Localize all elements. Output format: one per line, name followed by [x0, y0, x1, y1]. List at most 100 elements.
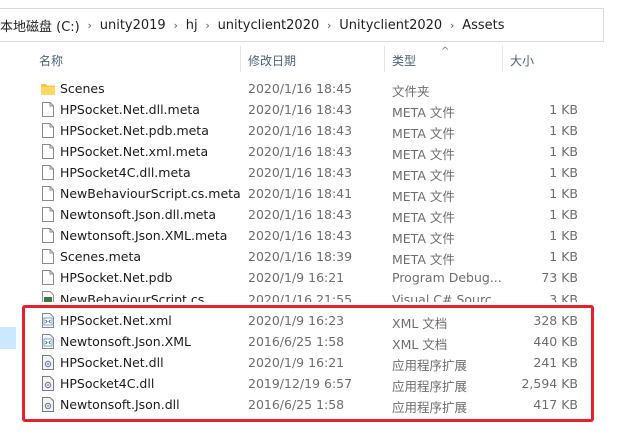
list-item[interactable]: HPSocket.Net.pdb 2020/1/9 16:21 Program …: [30, 267, 604, 288]
file-date: 2020/1/16 18:39: [248, 249, 353, 264]
breadcrumb-chevron-icon[interactable]: ›: [168, 19, 184, 32]
list-item[interactable]: HPSocket4C.dll.meta 2020/1/16 18:43 META…: [30, 162, 604, 183]
file-type: 应用程序扩展: [392, 379, 468, 394]
file-date: 2020/1/16 18:43: [248, 207, 353, 222]
list-item[interactable]: HPSocket.Net.dll 2020/1/9 16:21 应用程序扩展 2…: [30, 352, 604, 373]
file-type: META 文件: [392, 252, 455, 267]
file-icon: [42, 165, 54, 180]
file-size: 73 KB: [541, 270, 578, 285]
file-type: XML 文档: [392, 316, 448, 331]
breadcrumb-local-disk[interactable]: 本地磁盘 (C:): [0, 16, 82, 35]
column-header-row: 名称 修改日期 类型 ^ 大小: [30, 46, 604, 72]
breadcrumb-chevron-icon[interactable]: ›: [82, 19, 98, 32]
file-icon: [42, 270, 54, 285]
list-item[interactable]: HPSocket.Net.pdb.meta 2020/1/16 18:43 ME…: [30, 120, 604, 141]
file-date: 2020/1/16 18:43: [248, 123, 353, 138]
file-type: META 文件: [392, 189, 455, 204]
list-item[interactable]: Scenes 2020/1/16 18:45 文件夹: [30, 78, 604, 99]
file-name: HPSocket.Net.pdb: [60, 270, 173, 285]
list-item[interactable]: Scenes.meta 2020/1/16 18:39 META 文件 1 KB: [30, 246, 604, 267]
dll-file-icon: [42, 397, 54, 412]
list-item[interactable]: HPSocket4C.dll 2019/12/19 6:57 应用程序扩展 2,…: [30, 373, 604, 394]
file-type: META 文件: [392, 147, 455, 162]
file-date: 2020/1/16 18:43: [248, 165, 353, 180]
breadcrumb-unityclient2020[interactable]: unityclient2020: [216, 18, 322, 33]
file-type: Program Debug...: [392, 270, 502, 285]
list-item[interactable]: HPSocket.Net.dll.meta 2020/1/16 18:43 ME…: [30, 99, 604, 120]
breadcrumb-chevron-icon[interactable]: ›: [444, 19, 460, 32]
list-item[interactable]: HPSocket.Net.xml.meta 2020/1/16 18:43 ME…: [30, 141, 604, 162]
list-item[interactable]: HPSocket.Net.xml 2020/1/9 16:23 XML 文档 3…: [30, 310, 604, 331]
list-item[interactable]: Newtonsoft.Json.dll.meta 2020/1/16 18:43…: [30, 204, 604, 225]
cs-file-icon: [42, 291, 54, 302]
file-icon: [42, 144, 54, 159]
file-icon: [42, 228, 54, 243]
list-item[interactable]: NewBehaviourScript.cs.meta 2020/1/16 18:…: [30, 183, 604, 204]
highlighted-file-list: HPSocket.Net.xml 2020/1/9 16:23 XML 文档 3…: [30, 310, 604, 415]
column-divider[interactable]: [240, 46, 241, 72]
file-date: 2020/1/16 18:45: [248, 81, 353, 96]
xml-file-icon: [42, 334, 54, 349]
file-size: 1 KB: [549, 186, 578, 201]
file-name: NewBehaviourScript.cs: [60, 292, 205, 302]
file-size: 1 KB: [549, 228, 578, 243]
file-size: 241 KB: [533, 355, 578, 370]
address-bar[interactable]: 本地磁盘 (C:) › unity2019 › hj › unityclient…: [0, 8, 604, 42]
list-item[interactable]: Newtonsoft.Json.XML.meta 2020/1/16 18:43…: [30, 225, 604, 246]
file-name: HPSocket4C.dll: [60, 376, 155, 391]
file-icon: [42, 102, 54, 117]
dll-file-icon: [42, 355, 54, 370]
list-item[interactable]: Newtonsoft.Json.XML 2016/6/25 1:58 XML 文…: [30, 331, 604, 352]
file-name: HPSocket.Net.xml.meta: [60, 144, 209, 159]
file-type: META 文件: [392, 210, 455, 225]
column-header-size[interactable]: 大小: [510, 52, 534, 69]
file-type: 文件夹: [392, 84, 430, 99]
file-name: HPSocket4C.dll.meta: [60, 165, 191, 180]
list-item[interactable]: Newtonsoft.Json.dll 2016/6/25 1:58 应用程序扩…: [30, 394, 604, 415]
file-size: 1 KB: [549, 102, 578, 117]
file-name: Newtonsoft.Json.XML.meta: [60, 228, 228, 243]
file-date: 2020/1/16 18:43: [248, 102, 353, 117]
file-date: 2020/1/16 21:55: [248, 292, 353, 302]
folder-icon: [41, 84, 55, 95]
file-name: HPSocket.Net.xml: [60, 313, 172, 328]
list-item[interactable]: NewBehaviourScript.cs 2020/1/16 21:55 Vi…: [30, 288, 604, 302]
breadcrumb-Unityclient2020[interactable]: Unityclient2020: [337, 18, 444, 33]
column-header-date[interactable]: 修改日期: [248, 52, 296, 69]
column-divider[interactable]: [384, 46, 385, 72]
file-date: 2019/12/19 6:57: [248, 376, 353, 391]
file-date: 2020/1/9 16:21: [248, 270, 345, 285]
file-type: 应用程序扩展: [392, 400, 468, 415]
file-name: Newtonsoft.Json.XML: [60, 334, 192, 349]
dll-file-icon: [42, 376, 54, 391]
column-header-name[interactable]: 名称: [39, 52, 63, 69]
file-name: NewBehaviourScript.cs.meta: [60, 186, 241, 201]
file-type: META 文件: [392, 105, 455, 120]
navigation-pane[interactable]: [0, 42, 18, 440]
breadcrumb-unity2019[interactable]: unity2019: [98, 18, 168, 33]
column-divider[interactable]: [502, 46, 503, 72]
file-size: 1 KB: [549, 207, 578, 222]
file-icon: [42, 249, 54, 264]
file-date: 2020/1/16 18:43: [248, 144, 353, 159]
file-explorer-window: 本地磁盘 (C:) › unity2019 › hj › unityclient…: [0, 0, 618, 440]
breadcrumb-chevron-icon[interactable]: ›: [200, 19, 216, 32]
file-name: Scenes.meta: [60, 249, 142, 264]
breadcrumb-hj[interactable]: hj: [184, 18, 200, 33]
file-type: 应用程序扩展: [392, 358, 468, 373]
navigation-selected-item[interactable]: [0, 327, 16, 349]
file-size: 1 KB: [549, 144, 578, 159]
file-name: HPSocket.Net.pdb.meta: [60, 123, 209, 138]
file-size: 1 KB: [549, 249, 578, 264]
breadcrumb-chevron-icon[interactable]: ›: [321, 19, 337, 32]
file-date: 2020/1/16 18:41: [248, 186, 353, 201]
file-icon: [42, 186, 54, 201]
file-type: META 文件: [392, 126, 455, 141]
column-header-type[interactable]: 类型: [392, 52, 416, 69]
file-size: 440 KB: [533, 334, 578, 349]
breadcrumb-assets[interactable]: Assets: [460, 18, 506, 33]
file-size: 1 KB: [549, 165, 578, 180]
file-name: HPSocket.Net.dll: [60, 355, 164, 370]
file-date: 2016/6/25 1:58: [248, 397, 345, 412]
xml-file-icon: [42, 313, 54, 328]
